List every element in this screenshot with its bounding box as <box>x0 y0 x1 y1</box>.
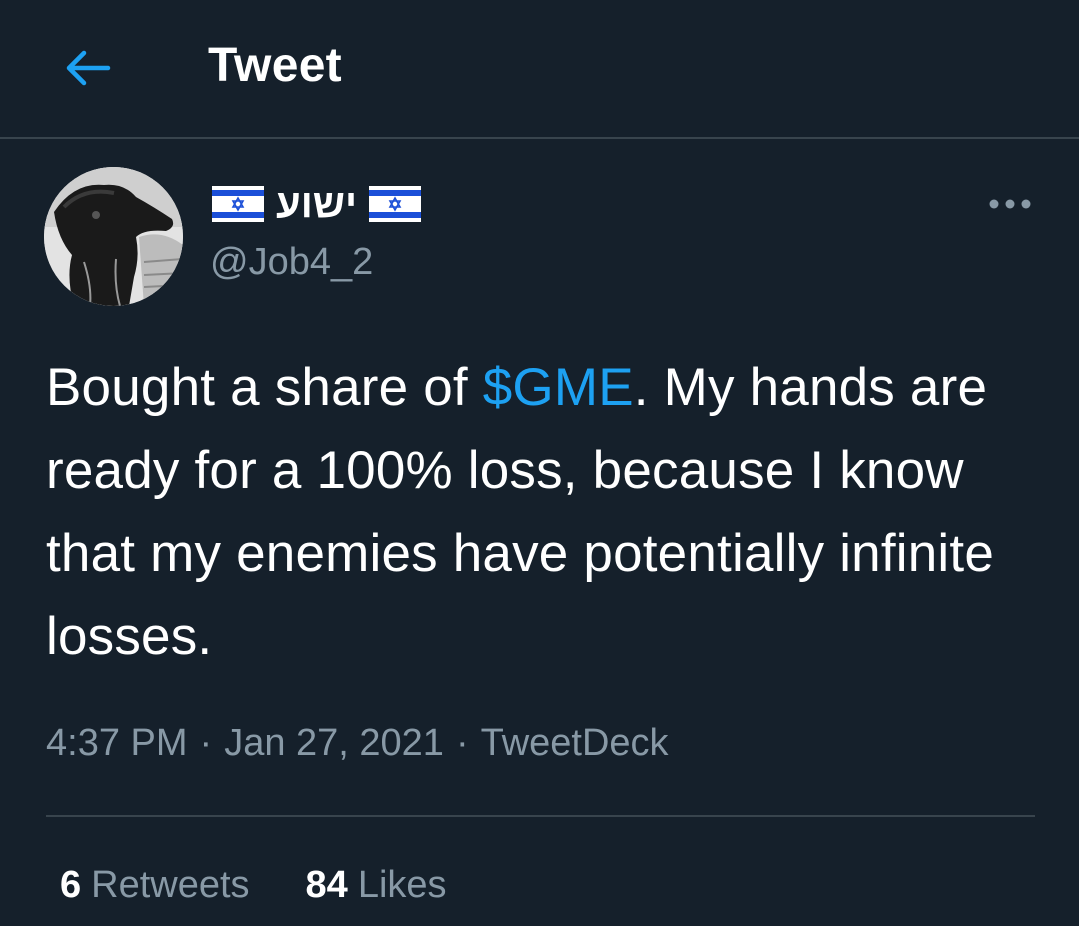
likes-stat[interactable]: 84 Likes <box>306 860 447 910</box>
meta-separator: · <box>199 722 213 764</box>
top-bar: Tweet <box>0 0 1079 139</box>
divider <box>46 815 1035 817</box>
meta-separator: · <box>455 722 469 764</box>
retweets-count: 6 <box>60 864 82 906</box>
avatar[interactable] <box>44 167 183 306</box>
author-display-name[interactable]: ישוע <box>212 181 422 226</box>
likes-count: 84 <box>305 864 348 906</box>
israel-flag-icon <box>212 186 264 222</box>
tweet-text: Bought a share of $GME. My hands are rea… <box>46 346 1056 678</box>
tweet-date: Jan 27, 2021 <box>224 722 444 764</box>
page-title: Tweet <box>208 39 342 92</box>
tweet-source[interactable]: TweetDeck <box>481 722 669 764</box>
back-button[interactable] <box>52 40 122 96</box>
retweets-label: Retweets <box>91 864 250 906</box>
author-handle[interactable]: @Job4_2 <box>210 238 373 286</box>
likes-label: Likes <box>357 864 447 906</box>
tweet-detail-screen: Tweet ישוע @Job4_2 Bought a share of $GM… <box>0 0 1079 926</box>
more-options-button[interactable] <box>980 182 1040 226</box>
tweet-stats: 6 Retweets 84 Likes <box>60 860 447 910</box>
tweet-time: 4:37 PM <box>46 722 188 764</box>
tweet-text-part: Bought a share of <box>46 358 483 417</box>
tweet-meta: 4:37 PM · Jan 27, 2021 · TweetDeck <box>46 718 669 768</box>
arrow-left-icon <box>66 50 111 86</box>
more-dots-icon <box>989 199 1031 209</box>
retweets-stat[interactable]: 6 Retweets <box>60 860 250 910</box>
avatar-image <box>44 167 183 306</box>
israel-flag-icon <box>369 186 422 222</box>
author-name-text: ישוע <box>276 181 358 226</box>
cashtag-link[interactable]: $GME <box>483 358 634 417</box>
